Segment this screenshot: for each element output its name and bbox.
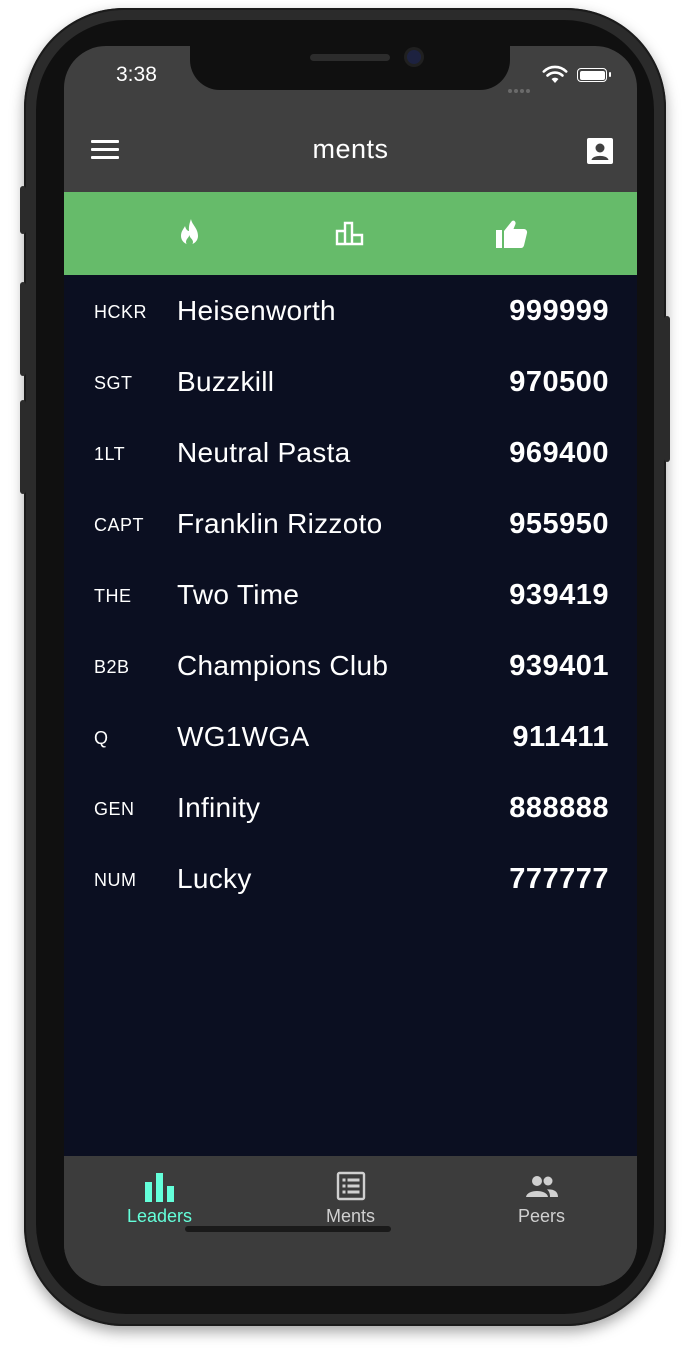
- player-name: Infinity: [177, 792, 261, 823]
- nav-label-peers: Peers: [517, 1206, 566, 1226]
- leaderboard-row[interactable]: Q WG1WGA 911411: [64, 703, 637, 774]
- player-name: Franklin Rizzoto: [177, 508, 383, 539]
- leaderboard-row[interactable]: B2B Champions Club 939401: [64, 632, 637, 703]
- rank-label: CAPT: [94, 515, 145, 535]
- rank-label: B2B: [94, 657, 130, 677]
- player-score: 999999: [509, 295, 609, 327]
- leaderboard-row[interactable]: HCKR Heisenworth 999999: [64, 277, 637, 348]
- leaderboard-list: HCKR Heisenworth 999999 SGT Buzzkill 970…: [64, 275, 637, 1156]
- leaderboard-row[interactable]: 1LT Neutral Pasta 969400: [64, 419, 637, 490]
- rank-label: Q: [94, 728, 109, 748]
- nav-label-leaders: Leaders: [126, 1206, 193, 1226]
- volume-down-button: [20, 400, 26, 494]
- player-name: Two Time: [177, 579, 300, 610]
- rank-label: SGT: [94, 373, 133, 393]
- leaderboard-row[interactable]: SGT Buzzkill 970500: [64, 348, 637, 419]
- app-bar: ments: [64, 106, 637, 192]
- player-name: Buzzkill: [177, 366, 275, 397]
- player-score: 911411: [512, 721, 609, 753]
- rank-label: GEN: [94, 799, 135, 819]
- power-button: [664, 316, 670, 462]
- signal-icon: [508, 80, 532, 98]
- rank-label: THE: [94, 586, 132, 606]
- leaderboard-row[interactable]: NUM Lucky 777777: [64, 845, 637, 916]
- nav-leaders[interactable]: Leaders: [64, 1156, 255, 1246]
- front-camera: [407, 50, 421, 64]
- rank-label: NUM: [94, 870, 137, 890]
- player-name: Neutral Pasta: [177, 437, 351, 468]
- battery-icon: [577, 68, 611, 82]
- player-name: Heisenworth: [177, 295, 336, 326]
- thumbs-up-icon[interactable]: [494, 216, 530, 252]
- podium-icon[interactable]: [332, 216, 368, 252]
- leaderboard-row[interactable]: GEN Infinity 888888: [64, 774, 637, 845]
- player-score: 969400: [509, 437, 609, 469]
- player-score: 939419: [509, 579, 609, 611]
- speaker: [310, 54, 390, 61]
- status-bar: 3:38: [64, 46, 637, 106]
- rank-label: 1LT: [94, 444, 126, 464]
- mute-switch: [20, 186, 26, 234]
- volume-up-button: [20, 282, 26, 376]
- status-time: 3:38: [116, 63, 157, 86]
- bar-chart-icon: [144, 1173, 174, 1202]
- list-icon: [336, 1171, 365, 1201]
- rank-label: HCKR: [94, 302, 148, 322]
- notch: [190, 46, 510, 90]
- leaderboard-row[interactable]: CAPT Franklin Rizzoto 955950: [64, 490, 637, 561]
- leaderboard-row[interactable]: THE Two Time 939419: [64, 561, 637, 632]
- player-name: Lucky: [177, 863, 252, 894]
- bottom-nav: Leaders Ments Peers: [64, 1156, 637, 1286]
- app-screen: 3:38 ments HCKR Heisenworth 999999 SGT B…: [64, 46, 637, 1286]
- wifi-icon: [542, 65, 568, 83]
- nav-label-ments: Ments: [325, 1206, 376, 1226]
- people-icon: [525, 1176, 558, 1197]
- player-name: Champions Club: [177, 650, 389, 681]
- player-score: 777777: [509, 863, 609, 895]
- home-indicator[interactable]: [185, 1226, 391, 1232]
- nav-peers[interactable]: Peers: [446, 1156, 637, 1246]
- player-score: 939401: [509, 650, 609, 682]
- nav-ments[interactable]: Ments: [255, 1156, 446, 1246]
- player-score: 970500: [509, 366, 609, 398]
- player-name: WG1WGA: [177, 721, 310, 752]
- tab-bar: [64, 192, 637, 275]
- page-title: ments: [312, 134, 389, 164]
- player-score: 955950: [509, 508, 609, 540]
- player-score: 888888: [509, 792, 609, 824]
- fire-icon[interactable]: [172, 216, 208, 252]
- account-box-icon[interactable]: [586, 137, 614, 165]
